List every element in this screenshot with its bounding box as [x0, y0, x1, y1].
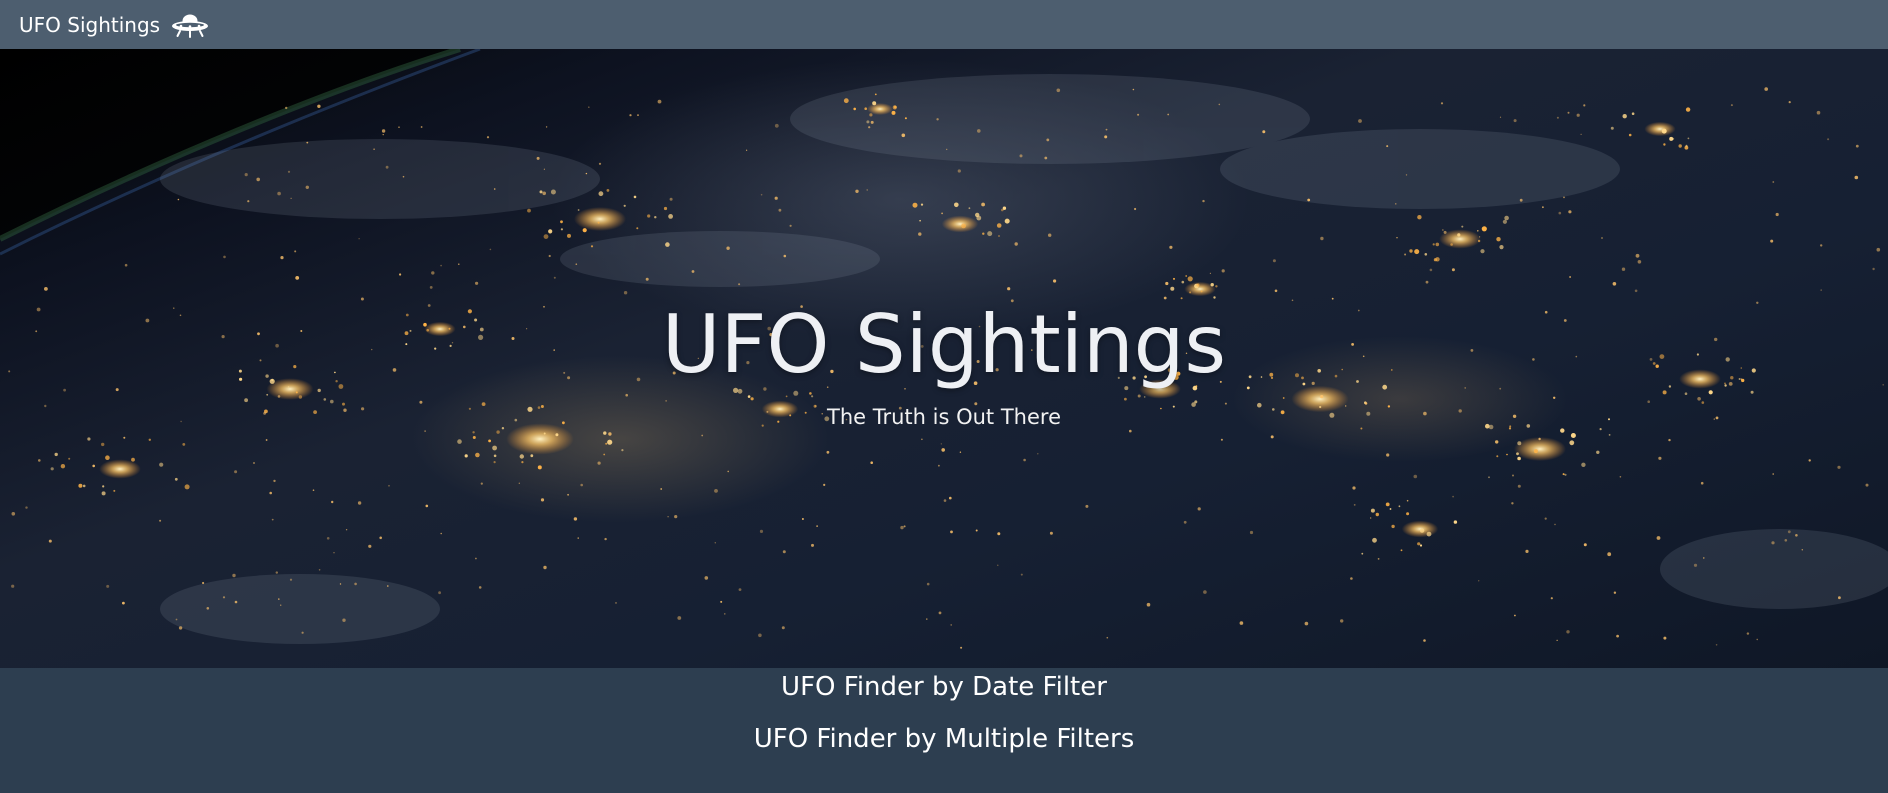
navbar: UFO Sightings: [0, 0, 1888, 49]
brand-link[interactable]: UFO Sightings: [19, 12, 210, 38]
hero-banner: UFO Sightings The Truth is Out There: [0, 49, 1888, 668]
multiple-filters-link[interactable]: UFO Finder by Multiple Filters: [0, 722, 1888, 756]
date-filter-link[interactable]: UFO Finder by Date Filter: [0, 670, 1888, 704]
hero-content: UFO Sightings The Truth is Out There: [0, 49, 1888, 668]
ufo-icon: [170, 12, 210, 38]
brand-label: UFO Sightings: [19, 12, 161, 37]
nav-links: UFO Finder by Date Filter UFO Finder by …: [0, 668, 1888, 793]
page-title: UFO Sightings: [661, 298, 1227, 391]
page-subtitle: The Truth is Out There: [827, 405, 1061, 429]
